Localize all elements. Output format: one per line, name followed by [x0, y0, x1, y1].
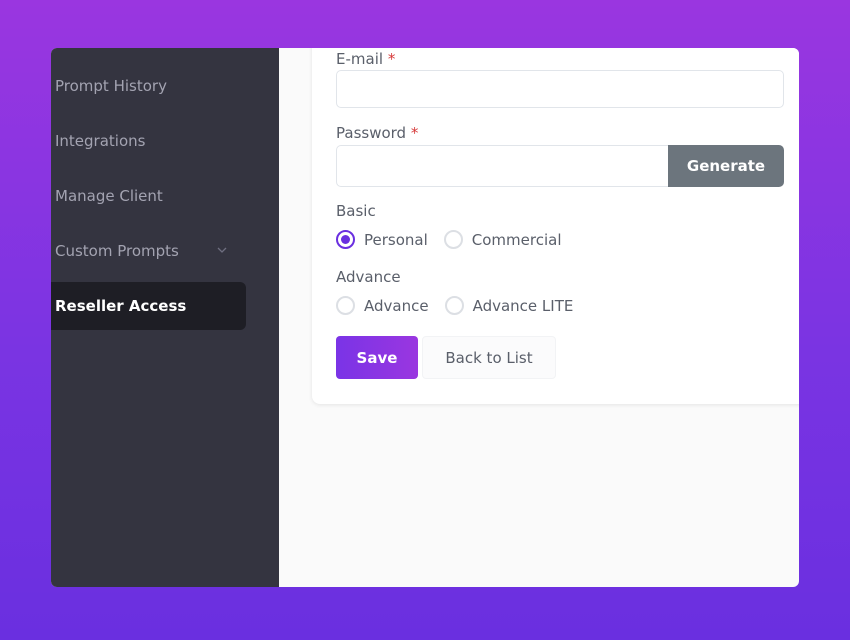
radio-option-advance-lite[interactable]: Advance LITE	[444, 296, 573, 315]
sidebar-item-label: Integrations	[55, 132, 146, 150]
sidebar-item-reseller-access[interactable]: Reseller Access	[51, 282, 246, 330]
sidebar-item-label: Custom Prompts	[55, 242, 179, 260]
radio-personal[interactable]	[336, 230, 355, 249]
radio-advance-lite[interactable]	[444, 296, 464, 315]
sidebar: Prompt History Integrations Manage Clien…	[51, 48, 279, 587]
basic-label: Basic	[336, 202, 376, 220]
radio-option-commercial[interactable]: Commercial	[443, 230, 561, 249]
app-window: Prompt History Integrations Manage Clien…	[51, 48, 799, 587]
advance-radio-group: Advance Advance LITE	[336, 296, 589, 315]
advance-label: Advance	[336, 268, 401, 286]
reseller-form-card: E-mail * Password * Generate Basic Perso…	[312, 48, 799, 404]
sidebar-item-integrations[interactable]: Integrations	[51, 117, 246, 165]
basic-radio-group: Personal Commercial	[336, 230, 577, 249]
back-to-list-button[interactable]: Back to List	[422, 336, 556, 379]
radio-option-advance[interactable]: Advance	[336, 296, 429, 315]
main-content: E-mail * Password * Generate Basic Perso…	[279, 48, 799, 587]
sidebar-item-custom-prompts[interactable]: Custom Prompts	[51, 227, 246, 275]
email-input[interactable]	[336, 70, 784, 108]
required-mark: *	[387, 50, 396, 68]
sidebar-item-manage-client[interactable]: Manage Client	[51, 172, 246, 220]
chevron-down-icon	[217, 247, 227, 253]
save-button[interactable]: Save	[336, 336, 418, 379]
sidebar-item-label: Manage Client	[55, 187, 163, 205]
generate-password-button[interactable]: Generate	[668, 145, 784, 187]
radio-option-personal[interactable]: Personal	[336, 230, 428, 249]
required-mark: *	[410, 124, 419, 142]
password-label: Password *	[336, 124, 419, 142]
password-input[interactable]	[336, 145, 669, 187]
sidebar-item-label: Prompt History	[55, 77, 167, 95]
sidebar-item-label: Reseller Access	[55, 297, 187, 315]
email-label: E-mail *	[336, 50, 396, 68]
radio-advance[interactable]	[336, 296, 355, 315]
sidebar-item-prompt-history[interactable]: Prompt History	[51, 62, 246, 110]
radio-commercial[interactable]	[443, 230, 463, 249]
